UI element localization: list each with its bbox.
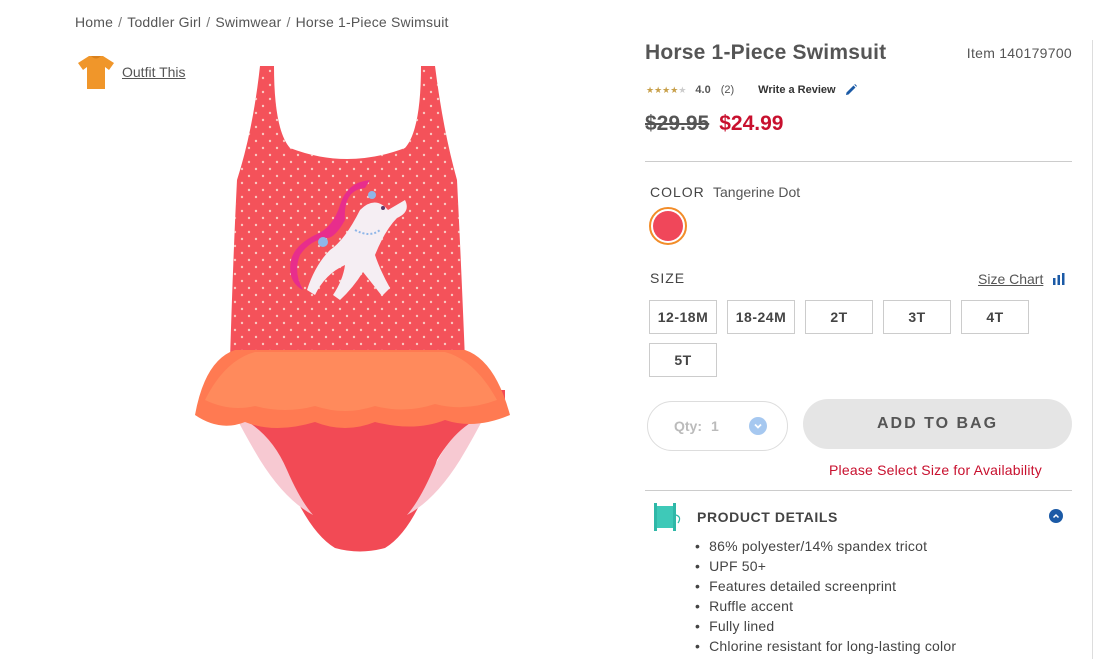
breadcrumb-home[interactable]: Home: [75, 14, 113, 30]
star-icon: ★: [662, 84, 671, 95]
star-icon: ★: [654, 84, 663, 95]
original-price: $29.95: [645, 112, 710, 135]
rating-row: ★ ★ ★ ★ ★ 4.0 (2) Write a Review: [646, 83, 858, 97]
quantity-select[interactable]: Qty: 1: [647, 401, 788, 451]
size-option-3t[interactable]: 3T: [883, 300, 951, 334]
page-border: [1092, 40, 1093, 659]
product-details-header[interactable]: PRODUCT DETAILS: [652, 502, 1072, 532]
divider: [645, 490, 1072, 491]
swatch-fill: [653, 211, 683, 241]
list-item: Chlorine resistant for long-lasting colo…: [695, 636, 956, 656]
list-item: 86% polyester/14% spandex tricot: [695, 536, 956, 556]
star-icon: ★: [670, 84, 679, 95]
breadcrumb-current: Horse 1-Piece Swimsuit: [295, 14, 449, 30]
bar-chart-icon[interactable]: [1053, 273, 1065, 285]
list-item: Ruffle accent: [695, 596, 956, 616]
size-chart-link[interactable]: Size Chart: [978, 271, 1065, 287]
list-item: Fully lined: [695, 616, 956, 636]
item-number-value: 140179700: [999, 45, 1072, 61]
size-label: SIZE: [650, 270, 686, 286]
color-swatch-tangerine-dot[interactable]: [649, 207, 687, 245]
sale-price: $24.99: [719, 112, 784, 135]
write-review-link[interactable]: Write a Review: [758, 84, 835, 96]
color-label: COLOR: [650, 184, 705, 200]
star-icon: ★: [646, 84, 655, 95]
review-count[interactable]: (2): [721, 84, 734, 96]
breadcrumb-separator: /: [206, 14, 211, 30]
breadcrumb-swimwear[interactable]: Swimwear: [215, 14, 281, 30]
rating-value: 4.0: [695, 84, 711, 96]
breadcrumb-toddler-girl[interactable]: Toddler Girl: [127, 14, 201, 30]
qty-value: 1: [711, 418, 719, 434]
size-option-2t[interactable]: 2T: [805, 300, 873, 334]
product-title: Horse 1-Piece Swimsuit: [645, 41, 887, 64]
spool-icon: [654, 503, 681, 531]
pencil-icon[interactable]: [844, 83, 858, 97]
size-option-12-18m[interactable]: 12-18M: [649, 300, 717, 334]
chevron-down-icon[interactable]: [749, 417, 767, 435]
size-chart-label[interactable]: Size Chart: [978, 271, 1043, 287]
outfit-this-link[interactable]: Outfit This: [76, 54, 186, 90]
breadcrumb: Home / Toddler Girl / Swimwear / Horse 1-Piece…: [75, 14, 449, 30]
divider: [645, 161, 1072, 162]
star-icon: ★: [678, 84, 687, 95]
add-to-bag-button[interactable]: ADD TO BAG: [803, 399, 1072, 449]
qty-label: Qty:: [674, 418, 702, 434]
size-option-4t[interactable]: 4T: [961, 300, 1029, 334]
price-row: $29.95 $24.99: [645, 112, 783, 136]
list-item: Features detailed screenprint: [695, 576, 956, 596]
breadcrumb-separator: /: [118, 14, 123, 30]
breadcrumb-separator: /: [286, 14, 291, 30]
tshirt-icon: [78, 56, 114, 89]
availability-message: Please Select Size for Availability: [829, 462, 1042, 478]
product-details-title: PRODUCT DETAILS: [697, 509, 838, 525]
product-details-list: 86% polyester/14% spandex tricot UPF 50+…: [695, 536, 956, 656]
item-label: Item: [966, 45, 996, 61]
product-image: [195, 66, 510, 552]
chevron-up-icon[interactable]: [1049, 509, 1063, 523]
item-number: Item 140179700: [967, 45, 1072, 61]
color-value: Tangerine Dot: [713, 184, 801, 200]
list-item: UPF 50+: [695, 556, 956, 576]
size-option-5t[interactable]: 5T: [649, 343, 717, 377]
star-rating: ★ ★ ★ ★ ★: [646, 84, 687, 95]
size-option-18-24m[interactable]: 18-24M: [727, 300, 795, 334]
